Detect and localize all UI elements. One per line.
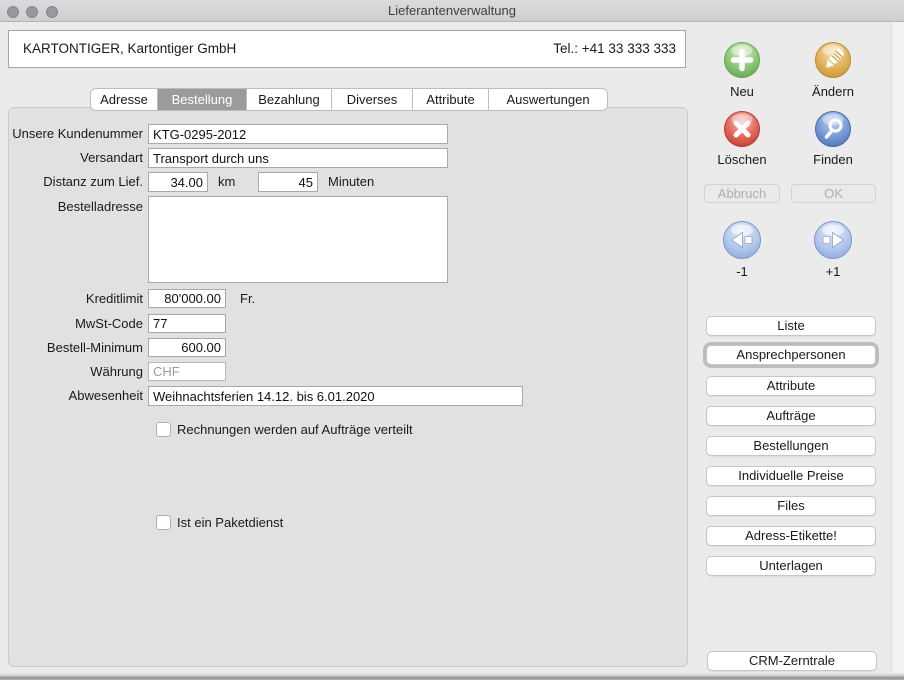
nav-unterlagen-button[interactable]: Unterlagen — [706, 556, 876, 576]
edit-button-label: Ändern — [793, 84, 873, 99]
delete-button-label: Löschen — [702, 152, 782, 167]
tab-bar: Adresse Bestellung Bezahlung Diverses At… — [90, 88, 608, 111]
nav-individuelle-preise-button[interactable]: Individuelle Preise — [706, 466, 876, 486]
customer-number-input[interactable] — [148, 124, 448, 144]
nav-attribute-button[interactable]: Attribute — [706, 376, 876, 396]
previous-record-label: -1 — [702, 264, 782, 279]
km-unit-label: km — [218, 172, 235, 192]
company-name: KARTONTIGER, Kartontiger GmbH — [23, 31, 236, 67]
ok-button[interactable]: OK — [791, 184, 876, 203]
minutes-unit-label: Minuten — [328, 172, 374, 192]
crm-zentrale-button[interactable]: CRM-Zerntrale — [707, 651, 877, 671]
nav-files-button[interactable]: Files — [706, 496, 876, 516]
vat-code-input[interactable] — [148, 314, 226, 333]
distance-label: Distanz zum Lief. — [8, 172, 143, 192]
distance-minutes-input[interactable] — [258, 172, 318, 192]
tab-adresse[interactable]: Adresse — [91, 89, 158, 110]
currency-input — [148, 362, 226, 381]
distance-km-input[interactable] — [148, 172, 208, 192]
tab-bezahlung[interactable]: Bezahlung — [247, 89, 332, 110]
nav-auftraege-button[interactable]: Aufträge — [706, 406, 876, 426]
title-bar: Lieferantenverwaltung — [0, 0, 904, 22]
credit-limit-input[interactable] — [148, 289, 226, 308]
magnifier-icon — [814, 110, 852, 148]
tab-bestellung[interactable]: Bestellung — [158, 89, 247, 110]
order-minimum-input[interactable] — [148, 338, 226, 357]
nav-adress-etikette-button[interactable]: Adress-Etikette! — [706, 526, 876, 546]
parcel-service-checkbox-label: Ist ein Paketdienst — [177, 515, 283, 530]
currency-label: Währung — [8, 362, 143, 381]
phone-number: Tel.: +41 33 333 333 — [553, 31, 676, 67]
find-button-label: Finden — [793, 152, 873, 167]
nav-ansprechpersonen-button[interactable]: Ansprechpersonen — [706, 345, 876, 365]
next-record-label: +1 — [793, 264, 873, 279]
tab-attribute[interactable]: Attribute — [413, 89, 489, 110]
shipping-method-label: Versandart — [8, 148, 143, 168]
plus-icon — [723, 41, 761, 79]
cancel-button[interactable]: Abbruch — [704, 184, 780, 203]
order-address-textarea[interactable] — [148, 196, 448, 283]
pencil-icon — [814, 41, 852, 79]
invoices-checkbox[interactable] — [156, 422, 171, 437]
new-button[interactable] — [723, 41, 761, 79]
vat-code-label: MwSt-Code — [8, 314, 143, 333]
nav-liste-button[interactable]: Liste — [706, 316, 876, 336]
shipping-method-input[interactable] — [148, 148, 448, 168]
arrow-right-icon — [813, 220, 853, 260]
customer-number-label: Unsere Kundenummer — [8, 124, 143, 144]
absence-label: Abwesenheit — [8, 386, 143, 406]
next-record-button[interactable] — [813, 220, 853, 260]
arrow-left-icon — [722, 220, 762, 260]
tab-auswertungen[interactable]: Auswertungen — [489, 89, 607, 110]
new-button-label: Neu — [702, 84, 782, 99]
parcel-service-checkbox[interactable] — [156, 515, 171, 530]
credit-limit-label: Kreditlimit — [8, 289, 143, 308]
order-address-label: Bestelladresse — [8, 199, 143, 215]
currency-unit-label: Fr. — [240, 289, 255, 308]
window-right-edge — [891, 22, 904, 673]
app-window: Lieferantenverwaltung KARTONTIGER, Karto… — [0, 0, 904, 680]
edit-button[interactable] — [814, 41, 852, 79]
delete-button[interactable] — [723, 110, 761, 148]
record-header: KARTONTIGER, Kartontiger GmbH Tel.: +41 … — [8, 30, 686, 68]
x-icon — [723, 110, 761, 148]
window-title: Lieferantenverwaltung — [0, 0, 904, 22]
find-button[interactable] — [814, 110, 852, 148]
invoices-checkbox-label: Rechnungen werden auf Aufträge verteilt — [177, 422, 413, 437]
absence-input[interactable] — [148, 386, 523, 406]
window-bottom-edge — [0, 673, 904, 680]
previous-record-button[interactable] — [722, 220, 762, 260]
tab-diverses[interactable]: Diverses — [332, 89, 413, 110]
order-minimum-label: Bestell-Minimum — [8, 338, 143, 357]
nav-bestellungen-button[interactable]: Bestellungen — [706, 436, 876, 456]
